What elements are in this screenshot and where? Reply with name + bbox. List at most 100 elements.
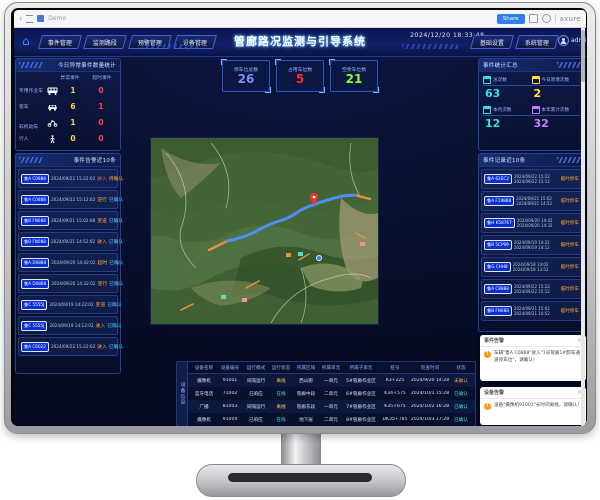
- license-plate-badge: 鲁B FN088: [484, 306, 512, 316]
- alarm-row[interactable]: 鲁B FN088 2024/09/21 15:02:08 变道 已确认: [18, 211, 118, 230]
- panel-event-records: 事件记录近10条 鲁A 62EC2 2024/09/22 15:22 2024/…: [478, 153, 585, 332]
- record-row[interactable]: 鲁A 62EC2 2024/09/22 15:22 2024/09/22 15:…: [481, 169, 582, 189]
- record-status: 临时停车: [561, 176, 579, 182]
- sitemap-icon[interactable]: [26, 15, 33, 23]
- stats-row-work-vehicle: 专用作业车 1 0: [16, 82, 120, 98]
- monitor-screen: ‹ Demo Share axure ⌂ 事件管理 监测路段 预警管理 设备管理…: [14, 10, 586, 426]
- title-decoration-left: [142, 44, 198, 49]
- record-row[interactable]: 鲁A C8888 2024/09/22 15:22 2024/09/22 15:…: [481, 279, 582, 299]
- license-plate-badge: 鲁A D0888: [21, 258, 49, 268]
- marker-orange: [286, 253, 291, 257]
- panel-device-table: 设备信息 设备名称设备编号运行模式运行状态所属区域所属单元所属子单元桩号巡查时间…: [176, 361, 476, 426]
- panel-today-abnormal-stats: 今日异常事件数量统计 异常事件 超时事件 专用作业车 1 0 客车 6 1 非机…: [15, 58, 121, 151]
- alarm-row[interactable]: 鲁A D0888 2024/09/20 14:32:02 逆行 已确认: [18, 274, 118, 293]
- project-logo-icon: [37, 15, 44, 22]
- nav-basic-settings[interactable]: 基础设置: [470, 35, 514, 49]
- panel-title: 事件告警近10条: [74, 156, 116, 164]
- alarm-row[interactable]: 鲁C 5555J 2024/09/19 14:12:02 驶入 已确认: [18, 316, 118, 335]
- scrollbar-track[interactable]: [581, 28, 585, 426]
- panel-event-summary: 事件统计汇总 总次数 63 今日新增次数 2 本月次数 12 本年累计次数 32: [478, 58, 585, 151]
- record-status: 临时停车: [561, 264, 579, 270]
- toast-event-alarm: 事件告警 × ! 车辆"鲁A C0888"驶入"1号管廊1#卸车通道停车位"，请…: [480, 335, 586, 381]
- alarm-type: 逆行: [98, 280, 108, 287]
- alarm-type: 变道: [96, 301, 106, 308]
- pages-icon[interactable]: [529, 14, 538, 23]
- panel-title: 事件统计汇总: [483, 61, 518, 69]
- stats-row-non-motor: 非机动车 1 0: [16, 114, 120, 130]
- license-plate-badge: 鲁B FN088: [21, 237, 49, 247]
- alarm-type: 驶入: [97, 175, 107, 182]
- record-row[interactable]: 鲁B FN088 2024/09/21 15:02 2024/09/21 14:…: [481, 301, 582, 321]
- marker-pink-2: [242, 298, 247, 302]
- satellite-map[interactable]: [150, 137, 379, 325]
- stats-column-headers: 异常事件 超时事件: [16, 72, 120, 82]
- alarm-status: 已确认: [109, 238, 123, 245]
- record-times: 2024/09/21 15:02 2024/09/21 14:52: [516, 196, 558, 206]
- license-plate-badge: 鲁A C0888: [21, 174, 49, 184]
- device-table-body: 摄像机 91001 间隔运行 离线 西山街 一单元 5#管廊作业区 K3+225…: [188, 374, 475, 426]
- license-plate-badge: 鲁C 5555J: [21, 300, 47, 310]
- record-times: 2024/09/22 15:22 2024/09/22 15:12: [514, 174, 559, 184]
- alarm-status: 已确认: [107, 322, 121, 329]
- record-times: 2024/09/21 15:02 2024/09/21 14:52: [514, 306, 559, 316]
- license-plate-badge: 鲁A C8888: [484, 284, 512, 294]
- account-icon[interactable]: [542, 14, 551, 23]
- calendar-icon: [532, 106, 540, 114]
- metric-total: 总次数 63: [483, 76, 532, 100]
- alarm-rows: 鲁A C0888 2024/09/22 15:22:02 驶入 待确认 鲁A C…: [16, 167, 120, 360]
- back-icon[interactable]: ‹: [19, 15, 22, 23]
- device-table-row[interactable]: 摄像机 91001 间隔运行 离线 西山街 一单元 5#管廊作业区 K3+225…: [188, 374, 475, 387]
- alarm-row[interactable]: 鲁A C0888 2024/09/22 15:12:02 逆行 已确认: [18, 190, 118, 209]
- alarm-status: 已确认: [109, 196, 123, 203]
- alarm-time: 2024/09/19 14:22:02: [49, 302, 93, 307]
- record-row[interactable]: 鲁H K58767 2024/09/20 14:42 2024/09/20 14…: [481, 213, 582, 233]
- device-table-row[interactable]: 蓝牙电话 71002 已响应 在线 管廊中段 二单元 6#管廊作业区 K34+5…: [188, 387, 475, 400]
- record-row[interactable]: 鲁A F19888 2024/09/21 15:02 2024/09/21 14…: [481, 191, 582, 211]
- toast-message: 车辆"鲁A C0888"驶入"1号管廊1#卸车通道停车位"，请确认！: [494, 351, 582, 365]
- record-times: 2024/09/18 14:02 2024/09/18 13:52: [513, 262, 559, 272]
- parking-stat-boxes: 停车位总数 26 占用车位数 5 空余车位数 21: [222, 60, 378, 92]
- stat-occupied-spaces: 占用车位数 5: [276, 60, 324, 92]
- device-table-row[interactable]: 广播 81003 间隔运行 离线 管廊东段 一单元 7#管廊作业区 K35+67…: [188, 400, 475, 413]
- license-plate-badge: 鲁B FN088: [21, 216, 49, 226]
- alarm-time: 2024/09/22 15:22:02: [51, 344, 95, 349]
- panel-hatch-decoration: [19, 157, 43, 163]
- warning-icon: !: [484, 351, 491, 358]
- scrollbar-thumb[interactable]: [581, 30, 585, 82]
- nav-system-management[interactable]: 系统管理: [515, 35, 559, 49]
- toast-device-alarm: 设备告警 × ! 设备"摄像机91001"长时间离线，请确认！: [480, 387, 586, 425]
- home-icon[interactable]: ⌂: [22, 35, 30, 47]
- alarm-type: 驶入: [96, 322, 106, 329]
- license-plate-badge: 鲁A 62EC2: [484, 174, 512, 184]
- nav-monitor-sections[interactable]: 监测路段: [83, 35, 127, 49]
- device-table-row[interactable]: 摄像机 91004 已响应 在线 地下层 二单元 8#管廊作业区 DK35+78…: [188, 413, 475, 426]
- record-row[interactable]: 鲁G CHH8 2024/09/18 14:02 2024/09/18 13:5…: [481, 257, 582, 277]
- alarm-row[interactable]: 鲁A D0888 2024/09/20 14:42:02 超时 已确认: [18, 253, 118, 272]
- panel-hatch-decoration: [557, 62, 581, 68]
- alarm-status: 已确认: [109, 343, 123, 350]
- alarm-row[interactable]: 鲁A C0888 2024/09/22 15:22:02 驶入 待确认: [18, 169, 118, 188]
- record-status: 临时停车: [561, 286, 579, 292]
- record-row[interactable]: 鲁B 5CP99 2024/09/19 14:22 2024/09/19 14:…: [481, 235, 582, 255]
- alarm-row[interactable]: 鲁C 5555J 2024/09/19 14:22:02 变道 已确认: [18, 295, 118, 314]
- monitor-stand-slot: [228, 473, 372, 482]
- nav-event-management[interactable]: 事件管理: [38, 35, 82, 49]
- panel-event-alarms: 事件告警近10条 鲁A C0888 2024/09/22 15:22:02 驶入…: [15, 153, 121, 374]
- alarm-status: 已确认: [109, 259, 123, 266]
- alarm-time: 2024/09/22 15:22:02: [51, 176, 95, 181]
- alarm-status: 已确认: [109, 217, 123, 224]
- stat-free-spaces: 空余车位数 21: [330, 60, 378, 92]
- share-button[interactable]: Share: [497, 14, 525, 24]
- metric-month: 本月次数 12: [483, 106, 532, 130]
- alarm-time: 2024/09/20 14:42:02: [51, 260, 95, 265]
- calendar-icon: [483, 106, 491, 114]
- alarm-row[interactable]: 鲁A C6022 2024/09/22 15:22:02 驶入 已确认: [18, 337, 118, 356]
- marker-blue-dot: [316, 255, 321, 260]
- browser-chrome-bar: ‹ Demo Share axure: [14, 10, 586, 28]
- pedestrian-icon: [45, 129, 59, 148]
- panel-hatch-decoration: [557, 157, 581, 163]
- alarm-status: 已确认: [107, 301, 121, 308]
- alarm-time: 2024/09/19 14:12:02: [49, 323, 93, 328]
- alarm-row[interactable]: 鲁B FN088 2024/09/21 14:52:02 驶入 已确认: [18, 232, 118, 251]
- alarm-time: 2024/09/22 15:12:02: [51, 197, 95, 202]
